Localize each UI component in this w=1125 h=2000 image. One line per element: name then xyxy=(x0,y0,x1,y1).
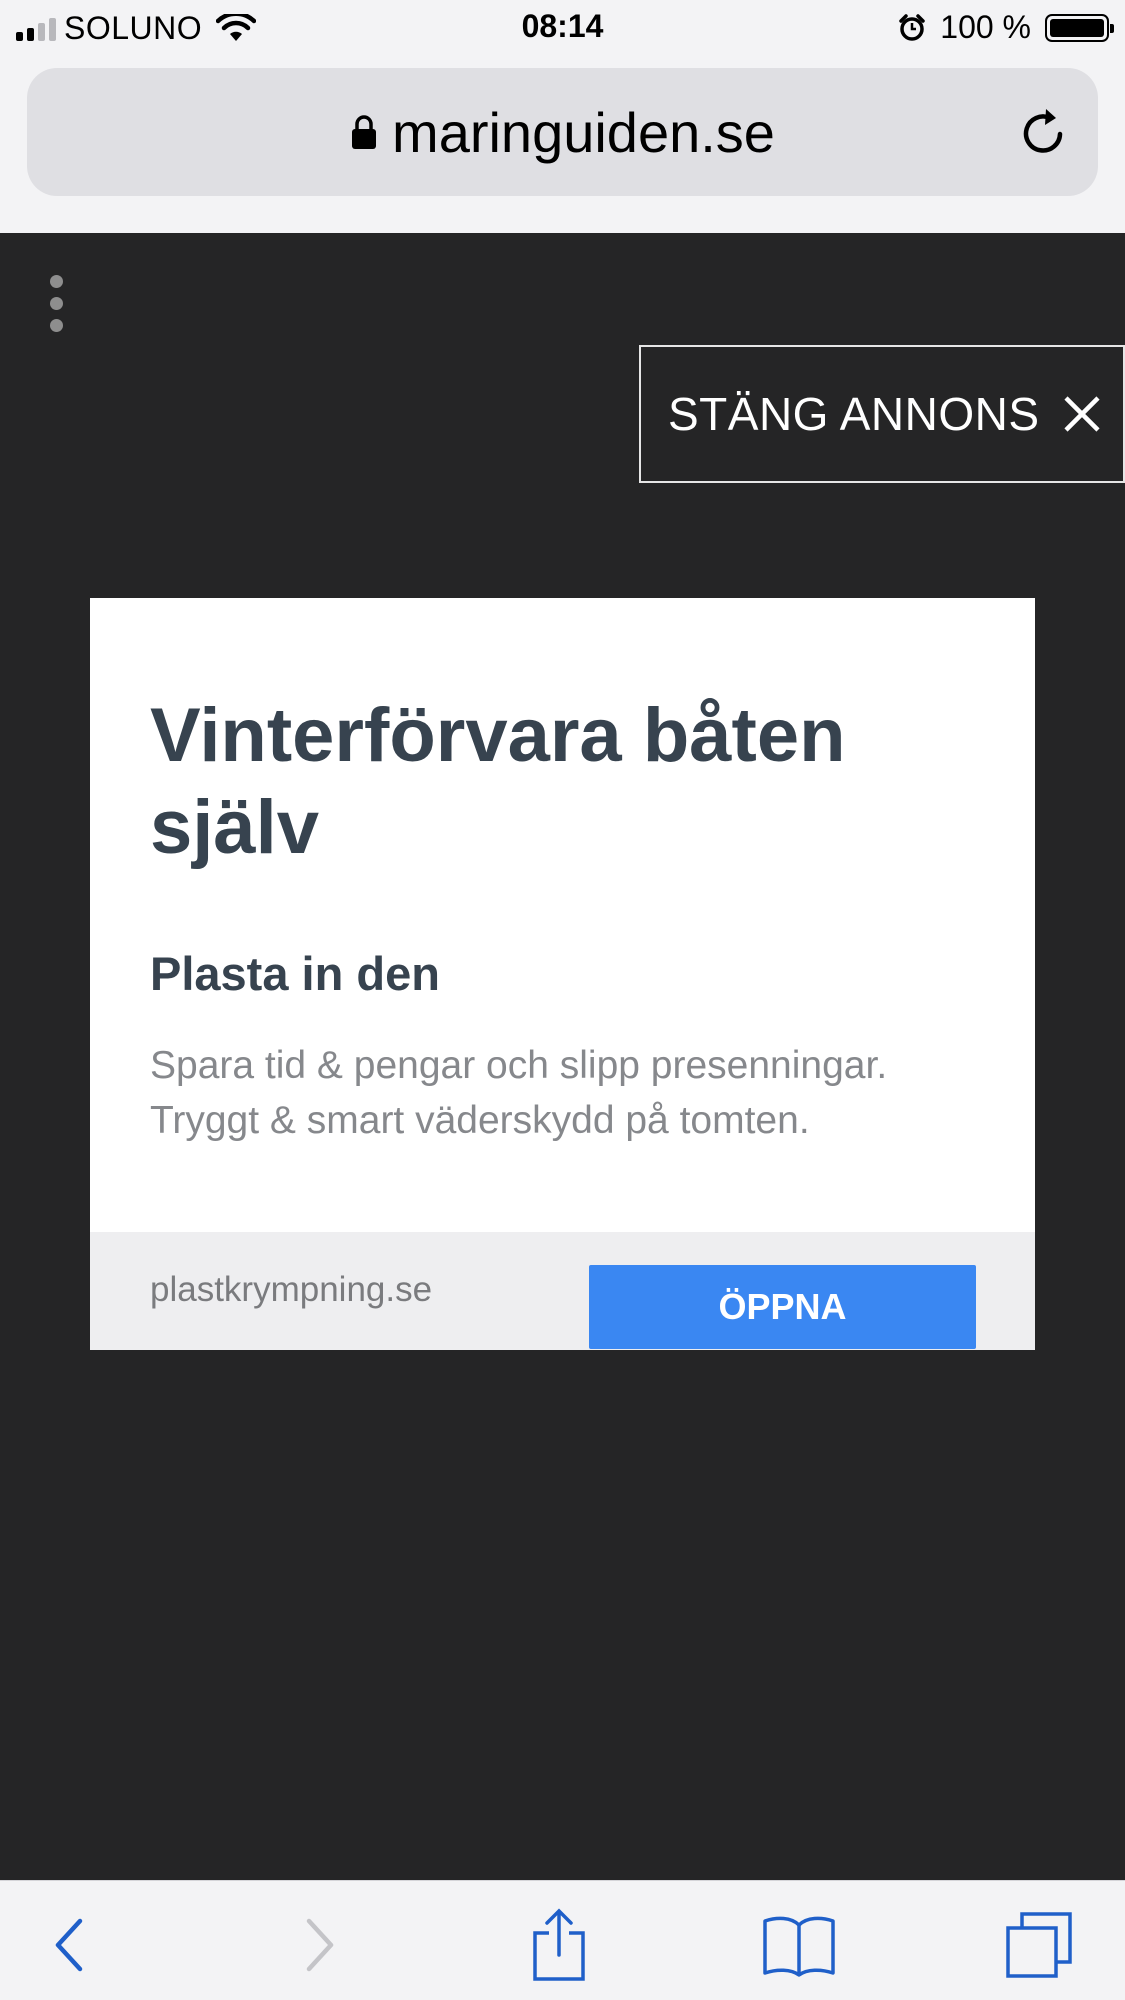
tabs-icon[interactable] xyxy=(999,1905,1079,1985)
close-icon xyxy=(1063,396,1100,432)
browser-toolbar xyxy=(0,1880,1125,2000)
battery-icon xyxy=(1045,13,1114,42)
bookmarks-icon[interactable] xyxy=(759,1905,839,1985)
battery-level xyxy=(1050,18,1104,37)
reload-icon[interactable] xyxy=(1020,106,1068,158)
lock-icon xyxy=(352,115,377,149)
address-bar[interactable]: maringuiden.se xyxy=(27,68,1098,196)
browser-header: maringuiden.se xyxy=(0,56,1125,233)
kebab-menu-icon[interactable] xyxy=(50,275,70,332)
open-button[interactable]: ÖPPNA xyxy=(589,1265,976,1349)
share-icon[interactable] xyxy=(519,1905,599,1985)
status-bar: SOLUNO 08:14 100 % xyxy=(0,0,1125,56)
url-text: maringuiden.se xyxy=(392,100,775,164)
page-content: STÄNG ANNONS Vinterförvara båten själv P… xyxy=(0,233,1125,1880)
alarm-icon xyxy=(899,13,926,41)
kebab-dot xyxy=(50,275,63,288)
status-right: 100 % xyxy=(898,9,1114,46)
close-ad-button[interactable]: STÄNG ANNONS xyxy=(639,345,1125,483)
kebab-dot xyxy=(50,319,63,332)
ad-card[interactable]: Vinterförvara båten själv Plasta in den … xyxy=(90,598,1035,1350)
close-ad-label: STÄNG ANNONS xyxy=(668,388,1040,440)
battery-percent: 100 % xyxy=(940,9,1031,45)
ad-description: Spara tid & pengar och slipp presenninga… xyxy=(150,1044,888,1142)
url-display: maringuiden.se xyxy=(27,68,1098,196)
ad-domain: plastkrympning.se xyxy=(150,1270,433,1309)
ad-title: Vinterförvara båten själv xyxy=(150,693,846,870)
forward-icon[interactable] xyxy=(279,1905,359,1985)
back-icon[interactable] xyxy=(30,1905,110,1985)
ad-footer: plastkrympning.se ÖPPNA xyxy=(90,1232,1035,1350)
ad-subtitle: Plasta in den xyxy=(150,947,440,1000)
kebab-dot xyxy=(50,297,63,310)
